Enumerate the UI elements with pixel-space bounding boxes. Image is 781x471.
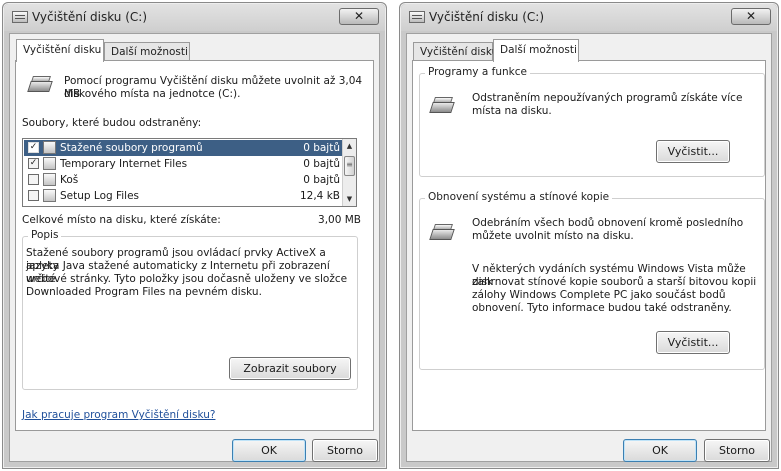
item-size: 0 bajtů [303, 174, 340, 186]
description-group: Popis Stažené soubory programů jsou ovlá… [22, 229, 358, 390]
cancel-button[interactable]: Storno [312, 439, 378, 462]
checkbox-checked[interactable]: ✓ [28, 158, 39, 169]
ok-button[interactable]: OK [623, 439, 697, 462]
item-name: Temporary Internet Files [60, 158, 188, 170]
disk-cleanup-window-left: Vyčištění disku (C:) ✕ Vyčištění disku D… [2, 2, 387, 469]
checkbox-unchecked[interactable] [28, 190, 39, 201]
list-item[interactable]: Koš 0 bajtů [24, 172, 344, 188]
view-files-button[interactable]: Zobrazit soubory [229, 357, 351, 380]
cleanup-programs-button[interactable]: Vyčistit... [656, 140, 730, 163]
programs-features-group: Programy a funkce Odstraněním nepoužívan… [419, 66, 765, 177]
programs-text-line1: Odstraněním nepoužívaných programů získá… [472, 92, 743, 104]
list-item[interactable]: ✓ Stažené soubory programů 0 bajtů [24, 140, 344, 156]
window-icon [409, 11, 425, 23]
tab-disk-cleanup[interactable]: Vyčištění disku [413, 42, 498, 61]
title-bar[interactable]: Vyčištění disku (C:) ✕ [4, 4, 385, 31]
tab-disk-cleanup[interactable]: Vyčištění disku [16, 39, 104, 62]
description-legend: Popis [28, 229, 62, 241]
item-size: 12,4 kB [299, 190, 340, 202]
scroll-up-icon[interactable]: ▲ [343, 140, 356, 152]
cancel-button[interactable]: Storno [704, 439, 770, 462]
total-space-label: Celkové místo na disku, které získáte: [22, 214, 221, 226]
list-item[interactable]: Setup Log Files 12,4 kB [24, 188, 344, 204]
log-file-icon [43, 189, 56, 202]
ok-button[interactable]: OK [232, 439, 306, 462]
scroll-thumb[interactable]: ≡ [344, 156, 355, 176]
system-restore-group: Obnovení systému a stínové kopie Odebrán… [419, 191, 765, 370]
intro-text-line2: diskového místa na jednotce (C:). [64, 88, 241, 100]
item-name: Koš [60, 174, 79, 186]
item-size: 0 bajtů [303, 158, 340, 170]
system-restore-legend: Obnovení systému a stínové kopie [425, 191, 613, 203]
system-restore-icon [429, 223, 455, 243]
restore-note-line: zahrnovat stínové kopie souborů a starší… [472, 276, 757, 288]
cleanup-restore-button[interactable]: Vyčistit... [656, 331, 730, 354]
programs-icon [429, 96, 455, 116]
recycle-bin-icon [43, 173, 56, 186]
files-listbox[interactable]: ✓ Stažené soubory programů 0 bajtů ✓ Tem… [22, 138, 357, 207]
item-size: 0 bajtů [303, 142, 340, 154]
close-button[interactable]: ✕ [731, 8, 771, 25]
item-name: Setup Log Files [60, 190, 140, 202]
scroll-down-icon[interactable]: ▼ [343, 193, 356, 205]
total-space-value: 3,00 MB [318, 214, 361, 226]
tab-more-options[interactable]: Další možnosti [493, 39, 579, 62]
item-name: Stažené soubory programů [60, 142, 203, 154]
programs-features-legend: Programy a funkce [425, 66, 530, 78]
restore-text-line2: můžete uvolnit místo na disku. [472, 230, 634, 242]
description-line: webové stránky. Tyto položky jsou dočasn… [26, 273, 348, 285]
dialog-client: Vyčištění disku Další možnosti Programy … [406, 33, 772, 462]
restore-note-line: zálohy Windows Complete PC jako součást … [472, 289, 726, 301]
help-link[interactable]: Jak pracuje program Vyčištění disku? [22, 409, 215, 422]
checkbox-checked[interactable]: ✓ [28, 142, 39, 153]
window-title: Vyčištění disku (C:) [429, 10, 545, 24]
disk-cleanup-icon [27, 75, 53, 95]
tab-panel-disk-cleanup: Pomocí programu Vyčištění disku můžete u… [15, 60, 374, 431]
list-scrollbar[interactable]: ▲ ≡ ▼ [342, 139, 356, 206]
window-icon [12, 11, 28, 23]
description-line: Downloaded Program Files na pevném disku… [26, 286, 262, 298]
restore-text-line1: Odebráním všech bodů obnovení kromě posl… [472, 217, 744, 229]
title-bar[interactable]: Vyčištění disku (C:) ✕ [401, 4, 777, 31]
internet-files-icon [43, 157, 56, 170]
close-button[interactable]: ✕ [339, 8, 379, 25]
tab-panel-more-options: Programy a funkce Odstraněním nepoužívan… [412, 60, 766, 431]
tab-more-options[interactable]: Další možnosti [104, 42, 190, 61]
dialog-client: Vyčištění disku Další možnosti Pomocí pr… [9, 33, 380, 462]
downloaded-programs-icon [43, 141, 56, 154]
files-to-delete-label: Soubory, které budou odstraněny: [22, 117, 202, 129]
list-item[interactable]: ✓ Temporary Internet Files 0 bajtů [24, 156, 344, 172]
disk-cleanup-window-right: Vyčištění disku (C:) ✕ Vyčištění disku D… [399, 2, 779, 469]
restore-note-line: obnovení. Tyto informace budou také odst… [472, 302, 732, 314]
programs-text-line2: místa na disku. [472, 105, 552, 117]
window-title: Vyčištění disku (C:) [32, 10, 148, 24]
checkbox-unchecked[interactable] [28, 174, 39, 185]
